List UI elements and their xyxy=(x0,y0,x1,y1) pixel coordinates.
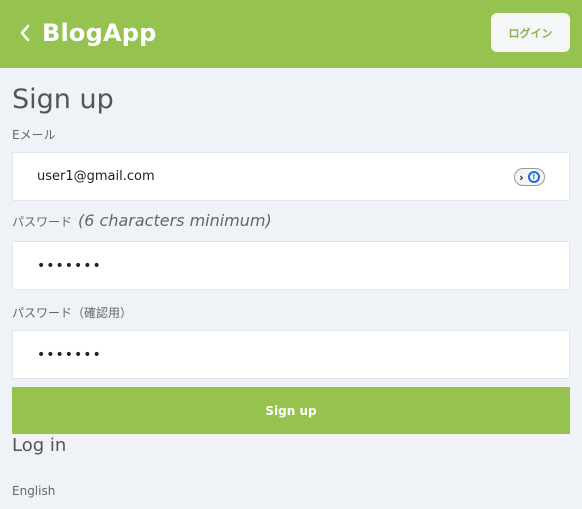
email-field-container: › ! xyxy=(12,152,570,201)
chevron-left-icon xyxy=(20,24,30,42)
sign-up-button[interactable]: Sign up xyxy=(12,387,570,434)
back-link[interactable]: BlogApp xyxy=(20,14,157,52)
app-brand: BlogApp xyxy=(42,19,157,47)
header-login-button[interactable]: ログイン xyxy=(491,13,570,52)
password-confirm-field[interactable] xyxy=(13,331,569,378)
password-hint: (6 characters minimum) xyxy=(78,211,272,230)
log-in-link[interactable]: Log in xyxy=(12,435,66,456)
password-field[interactable] xyxy=(13,242,569,289)
email-label-text: Eメール xyxy=(12,128,56,142)
password-label: パスワード (6 characters minimum) xyxy=(12,211,272,230)
password-confirm-label: パスワード（確認用） xyxy=(12,304,132,321)
password-label-text: パスワード xyxy=(12,215,73,229)
app-header: BlogApp ログイン xyxy=(0,0,582,68)
password-confirm-field-container xyxy=(12,330,570,379)
chevron-right-icon: › xyxy=(519,170,524,184)
email-label: Eメール xyxy=(12,126,56,143)
password-confirm-label-text: パスワード（確認用） xyxy=(12,306,133,320)
language-link[interactable]: English xyxy=(12,484,55,498)
password-manager-icon[interactable]: › ! xyxy=(514,168,545,186)
key-icon: ! xyxy=(527,171,540,183)
password-field-container xyxy=(12,241,570,290)
email-field[interactable] xyxy=(13,153,569,200)
page-title: Sign up xyxy=(12,84,114,115)
